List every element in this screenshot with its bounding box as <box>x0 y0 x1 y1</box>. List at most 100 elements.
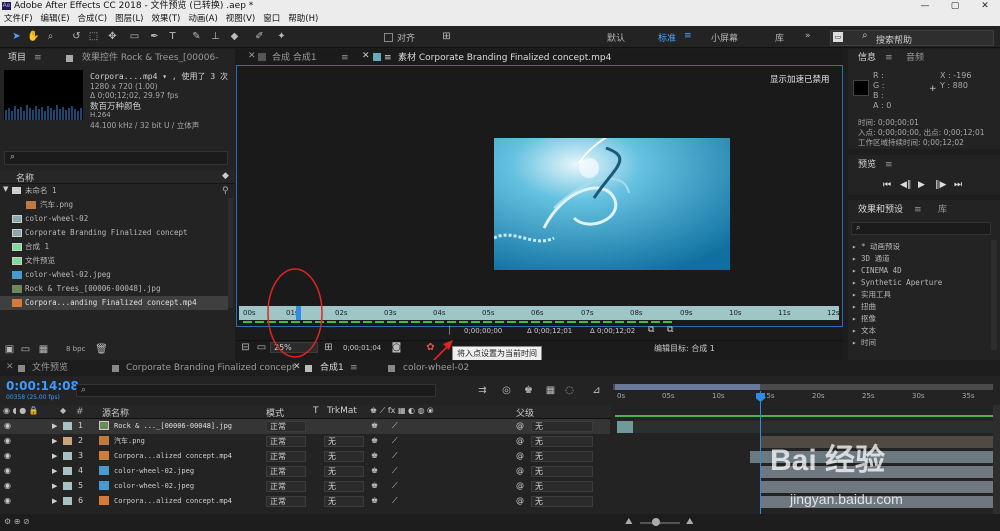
pan-behind-tool-icon[interactable]: ✥ <box>106 30 119 43</box>
quality-switch-icon[interactable]: ⟋ <box>392 434 398 448</box>
expand-layer-icon[interactable]: ▶ <box>52 449 57 463</box>
bpc-label[interactable]: 8 bpc <box>66 345 85 353</box>
parent-pickwhip-icon[interactable]: @ <box>516 449 524 463</box>
clone-tool-icon[interactable]: ⊥ <box>209 30 222 43</box>
menu-file[interactable]: 文件(F) <box>0 12 37 26</box>
timeline-search-input[interactable]: ⌕ <box>76 384 436 397</box>
selection-tool-icon[interactable]: ➤ <box>10 30 23 43</box>
effects-search-input[interactable]: ⌕ <box>851 222 991 235</box>
maximize-button[interactable]: ▢ <box>940 0 970 12</box>
eraser-tool-icon[interactable]: ◆ <box>228 30 241 43</box>
always-preview-icon[interactable]: ⊟ <box>239 341 252 354</box>
menu-help[interactable]: 帮助(H) <box>284 12 322 26</box>
quality-switch-icon[interactable]: ⟋ <box>392 494 398 508</box>
layer-source-name[interactable]: Rock & ..._[00006-00048].jpg <box>114 419 232 433</box>
tab-library[interactable]: 库 <box>938 203 947 217</box>
ripple-insert-icon[interactable]: ⧉ <box>667 325 673 335</box>
mode-dropdown[interactable]: 正常 <box>266 496 306 507</box>
layer-row[interactable]: ◉ ▶ 1 Rock & ..._[00006-00048].jpg 正常 ♚ … <box>0 419 610 434</box>
trkmat-dropdown[interactable]: 无 <box>324 466 364 477</box>
project-search-input[interactable]: ⌕ <box>4 151 228 165</box>
timeline-current-time[interactable]: 0:00:14:08 <box>6 379 79 393</box>
tab-preview[interactable]: 预览 <box>858 158 876 172</box>
project-item-row[interactable]: color-wheel-02 <box>0 212 228 226</box>
new-comp-icon[interactable]: ▦ <box>37 343 50 356</box>
tab-effect-controls[interactable]: 效果控件 Rock & Trees_[00006- <box>82 51 234 65</box>
graph-editor-icon[interactable]: ⊿ <box>590 384 603 397</box>
tc-in[interactable]: 0;00;00;00 <box>464 327 502 335</box>
puppet-tool-icon[interactable]: ✦ <box>275 30 288 43</box>
tab-info-menu-icon[interactable]: ≡ <box>885 51 893 65</box>
toggle-switches-icons[interactable]: ⚙ ⊕ ⊘ <box>4 517 30 526</box>
timeline-tab-close-icon[interactable]: ✕ <box>293 362 301 372</box>
shy-icon[interactable]: ♚ <box>522 384 535 397</box>
quality-switch-icon[interactable]: ⟋ <box>392 449 398 463</box>
folder-toggle-icon[interactable]: ▼ <box>3 185 8 193</box>
project-item-row[interactable]: 汽车.png <box>0 198 228 212</box>
timeline-tab[interactable]: Corporate Branding Finalized concept <box>126 361 295 375</box>
expand-layer-icon[interactable]: ▶ <box>52 494 57 508</box>
tab-audio[interactable]: 音频 <box>906 51 924 65</box>
expand-layer-icon[interactable]: ▶ <box>52 479 57 493</box>
prev-frame-button[interactable]: ◀‖ <box>900 180 911 190</box>
tc-out[interactable]: Δ 0;00;12;02 <box>590 327 635 335</box>
parent-pickwhip-icon[interactable]: @ <box>516 434 524 448</box>
draft-3d-icon[interactable]: ◎ <box>500 384 513 397</box>
menu-effect[interactable]: 效果(T) <box>148 12 185 26</box>
workspace-standard[interactable]: 标准 <box>658 31 676 44</box>
mode-dropdown[interactable]: 正常 <box>266 466 306 477</box>
visibility-icon[interactable]: ◉ <box>4 449 11 463</box>
layer-source-name[interactable]: Corpora...alized concept.mp4 <box>114 494 232 508</box>
rect-tool-icon[interactable]: ▭ <box>128 30 141 43</box>
menu-edit[interactable]: 编辑(E) <box>37 12 74 26</box>
pen-tool-icon[interactable]: ✒ <box>148 30 161 43</box>
parent-dropdown[interactable]: 无 <box>531 466 593 477</box>
last-frame-button[interactable]: ⏭ <box>954 180 962 190</box>
workspace-menu-icon[interactable]: ≡ <box>684 31 692 41</box>
tab-project-menu-icon[interactable]: ≡ <box>34 51 42 65</box>
visibility-icon[interactable]: ◉ <box>4 419 11 433</box>
zoom-slider-handle[interactable] <box>652 518 660 526</box>
effects-scrollbar[interactable] <box>991 240 997 350</box>
project-scrollbar[interactable] <box>228 198 233 308</box>
shy-switch-icon[interactable]: ♚ <box>371 419 378 433</box>
layer-row[interactable]: ◉ ▶ 6 Corpora...alized concept.mp4 正常 无 … <box>0 494 610 509</box>
viewer-tab-close-icon[interactable]: ✕ <box>248 51 256 61</box>
tab-preview-menu-icon[interactable]: ≡ <box>885 158 893 172</box>
quality-switch-icon[interactable]: ⟋ <box>392 419 398 433</box>
overlay-edit-icon[interactable]: ⧉ <box>648 325 654 335</box>
menu-composition[interactable]: 合成(C) <box>74 12 112 26</box>
workspace-overflow-icon[interactable]: » <box>805 31 811 41</box>
interpret-footage-icon[interactable]: ▣ <box>3 343 16 356</box>
mode-dropdown[interactable]: 正常 <box>266 421 306 432</box>
shy-switch-icon[interactable]: ♚ <box>371 434 378 448</box>
parent-dropdown[interactable]: 无 <box>531 481 593 492</box>
flowchart-icon[interactable]: ⚲ <box>222 186 229 196</box>
parent-pickwhip-icon[interactable]: @ <box>516 479 524 493</box>
visibility-icon[interactable]: ◉ <box>4 464 11 478</box>
zoom-tool-icon[interactable]: ⌕ <box>44 30 57 43</box>
shy-switch-icon[interactable]: ♚ <box>371 494 378 508</box>
project-item-row-selected[interactable]: Corpora...anding Finalized concept.mp4 <box>0 296 228 310</box>
roto-tool-icon[interactable]: ✐ <box>253 30 266 43</box>
new-folder-icon[interactable]: ▭ <box>19 343 32 356</box>
tab-comp-menu-icon[interactable]: ≡ <box>341 51 349 65</box>
trkmat-dropdown[interactable]: 无 <box>324 451 364 462</box>
parent-dropdown[interactable]: 无 <box>531 496 593 507</box>
project-item-row[interactable]: 合成 1 <box>0 240 228 254</box>
timeline-tab-active[interactable]: 合成1 <box>320 361 344 375</box>
tab-effects-presets[interactable]: 效果和预设 <box>858 203 903 217</box>
viewer-tab-close-icon[interactable]: ✕ <box>362 51 370 61</box>
layer-source-name[interactable]: color-wheel-02.jpeg <box>114 464 194 478</box>
frame-blend-icon[interactable]: ▦ <box>544 384 557 397</box>
work-area-range[interactable] <box>615 384 760 390</box>
layer-label-color[interactable] <box>63 422 72 430</box>
layer-label-color[interactable] <box>63 452 72 460</box>
layer-source-name[interactable]: Corpora...alized concept.mp4 <box>114 449 232 463</box>
layer-bar[interactable] <box>617 421 993 433</box>
layer-row[interactable]: ◉ ▶ 2 汽车.png 正常 无 ♚ ⟋ @ 无 <box>0 434 610 449</box>
motion-blur-icon[interactable]: ◌ <box>563 384 576 397</box>
workspace-default[interactable]: 默认 <box>607 31 625 44</box>
shy-switch-icon[interactable]: ♚ <box>371 449 378 463</box>
parent-pickwhip-icon[interactable]: @ <box>516 494 524 508</box>
